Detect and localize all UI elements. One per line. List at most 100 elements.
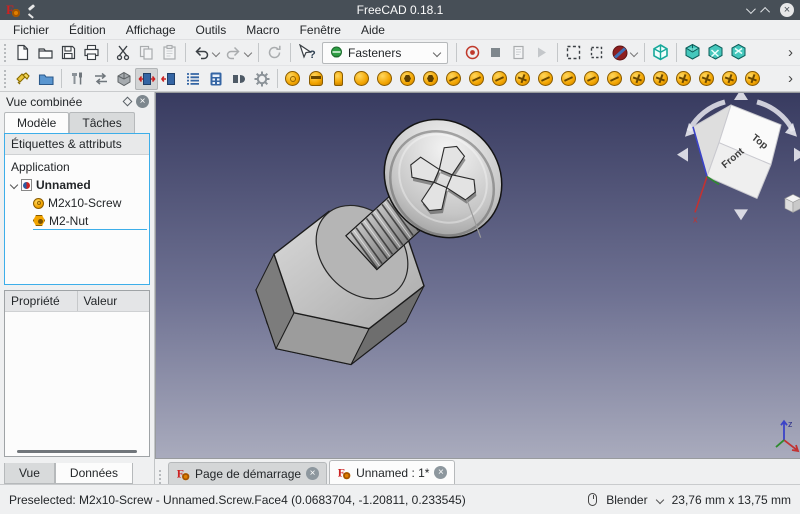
paste-button[interactable]	[158, 42, 181, 64]
tab-taches[interactable]: Tâches	[69, 112, 134, 133]
fastener-cheese-head-side[interactable]	[328, 68, 349, 90]
undo-button[interactable]	[190, 42, 213, 64]
bit-depth-button[interactable]	[227, 68, 250, 90]
workbench-selector[interactable]: Fasteners	[322, 42, 448, 64]
move-fastener-button[interactable]	[89, 68, 112, 90]
nav-style-chevron-icon[interactable]	[655, 495, 663, 503]
box-element-selection-button[interactable]	[585, 42, 608, 64]
menu-affichage[interactable]: Affichage	[117, 21, 185, 39]
tab-unnamed-document[interactable]: F Unnamed : 1* ×	[329, 460, 455, 484]
expand-chevron-icon[interactable]	[10, 181, 18, 189]
toolbar-overflow-button[interactable]: ›	[783, 70, 798, 87]
status-message: Preselected: M2x10-Screw - Unnamed.Screw…	[9, 493, 466, 507]
axonometric-view-button[interactable]	[681, 42, 704, 64]
selection-dropdown-chevron-icon[interactable]	[630, 48, 638, 56]
flip-fastener-button[interactable]	[66, 68, 89, 90]
fastener-slotted-countersunk[interactable]	[535, 68, 556, 90]
open-fastener-library-button[interactable]	[34, 68, 57, 90]
window-title: FreeCAD 0.18.1	[0, 3, 800, 17]
dock-close-icon[interactable]: ×	[136, 95, 149, 108]
toolbar-grip[interactable]	[4, 44, 9, 62]
tab-start-page[interactable]: F Page de démarrage ×	[168, 462, 327, 484]
fastener-phillips-pan-head[interactable]	[512, 68, 533, 90]
whats-this-button[interactable]: ?	[295, 42, 318, 64]
tab-close-icon[interactable]: ×	[434, 466, 447, 479]
open-document-button[interactable]	[34, 42, 57, 64]
simple-shape-button[interactable]	[112, 68, 135, 90]
fastener-hex-socket-head[interactable]	[397, 68, 418, 90]
box-selection-button[interactable]	[562, 42, 585, 64]
3d-viewport[interactable]: x Top Front	[155, 92, 800, 459]
macro-edit-button[interactable]	[507, 42, 530, 64]
nav-style-label[interactable]: Blender	[606, 493, 647, 507]
toolbar-overflow-button[interactable]: ›	[783, 44, 798, 61]
tree-item-screw[interactable]: M2x10-Screw	[33, 194, 147, 212]
print-button[interactable]	[80, 42, 103, 64]
macro-stop-button[interactable]	[484, 42, 507, 64]
fastener-round-head[interactable]	[351, 68, 372, 90]
fastener-phillips-pan-head-2[interactable]	[742, 68, 763, 90]
dock-float-icon[interactable]	[123, 97, 133, 107]
preferences-button[interactable]	[250, 68, 273, 90]
new-document-button[interactable]	[11, 42, 34, 64]
value-column-header[interactable]: Valeur	[78, 291, 150, 311]
tree-root-application[interactable]: Application	[7, 158, 147, 176]
horizontal-scrollbar[interactable]	[17, 450, 137, 453]
tab-modele[interactable]: Modèle	[4, 112, 69, 133]
menu-macro[interactable]: Macro	[237, 21, 288, 39]
menu-edition[interactable]: Édition	[60, 21, 115, 39]
minimize-button[interactable]	[746, 4, 756, 14]
macro-record-button[interactable]	[461, 42, 484, 64]
parameters-button[interactable]	[204, 68, 227, 90]
copy-button[interactable]	[135, 42, 158, 64]
fastener-slotted-raised-countersunk[interactable]	[558, 68, 579, 90]
fastener-slotted-pan-head[interactable]	[466, 68, 487, 90]
macro-play-button[interactable]	[530, 42, 553, 64]
front-view-button[interactable]	[704, 42, 727, 64]
save-button[interactable]	[57, 42, 80, 64]
fastener-slotted-flat-head[interactable]	[581, 68, 602, 90]
tab-close-icon[interactable]: ×	[306, 467, 319, 480]
property-column-header[interactable]: Propriété	[5, 291, 78, 311]
cut-button[interactable]	[112, 42, 135, 64]
redo-dropdown-chevron-icon[interactable]	[244, 48, 252, 56]
fastener-phillips-round-head[interactable]	[719, 68, 740, 90]
bom-list-button[interactable]	[181, 68, 204, 90]
title-bar[interactable]: F FreeCAD 0.18.1 ×	[0, 0, 800, 20]
fit-all-button[interactable]	[649, 42, 672, 64]
navcube-menu-button[interactable]	[785, 194, 800, 212]
tree-item-document[interactable]: Unnamed	[7, 176, 147, 194]
fastener-round-head-washer[interactable]	[374, 68, 395, 90]
redo-button[interactable]	[222, 42, 245, 64]
tree-item-nut[interactable]: M2-Nut	[33, 212, 147, 230]
menu-fichier[interactable]: Fichier	[4, 21, 58, 39]
top-view-button[interactable]	[727, 42, 750, 64]
maximize-button[interactable]	[760, 6, 770, 16]
fastener-pan-head-top[interactable]	[282, 68, 303, 90]
3d-scene[interactable]: x Top Front	[156, 93, 800, 458]
undo-dropdown-chevron-icon[interactable]	[212, 48, 220, 56]
add-fastener-button[interactable]	[11, 68, 34, 90]
property-table-body[interactable]	[5, 312, 149, 456]
menu-outils[interactable]: Outils	[187, 21, 236, 39]
clear-selection-button[interactable]	[608, 42, 631, 64]
fastener-phillips-countersunk[interactable]	[627, 68, 648, 90]
fastener-phillips-oval-head[interactable]	[696, 68, 717, 90]
fastener-slotted-cheese-head[interactable]	[443, 68, 464, 90]
tab-vue[interactable]: Vue	[4, 463, 55, 484]
menu-aide[interactable]: Aide	[352, 21, 394, 39]
toolbar-grip[interactable]	[4, 70, 9, 88]
fastener-slotted-oval-head[interactable]	[604, 68, 625, 90]
match-type-inner-button[interactable]	[135, 68, 158, 90]
fastener-phillips-raised-countersunk[interactable]	[650, 68, 671, 90]
fastener-phillips-flat-head[interactable]	[673, 68, 694, 90]
fastener-slotted-round-head[interactable]	[489, 68, 510, 90]
refresh-button[interactable]	[263, 42, 286, 64]
fastener-round-head-side[interactable]	[305, 68, 326, 90]
match-type-outer-button[interactable]	[158, 68, 181, 90]
freecad-app-icon: F	[6, 3, 20, 17]
fastener-hex-socket-washer[interactable]	[420, 68, 441, 90]
menu-fenetre[interactable]: Fenêtre	[291, 21, 350, 39]
tab-donnees[interactable]: Données	[55, 463, 133, 484]
close-button[interactable]: ×	[780, 3, 794, 17]
